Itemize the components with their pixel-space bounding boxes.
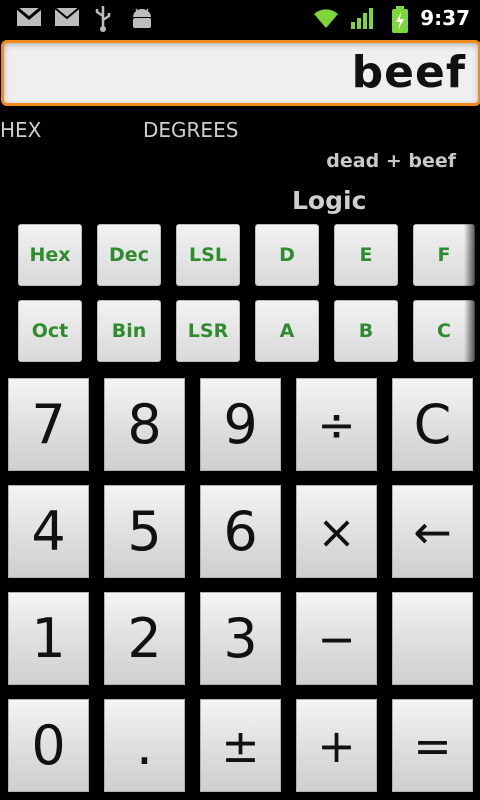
digit-4-button[interactable]: 4 — [8, 485, 89, 578]
lsl-button[interactable]: LSL — [176, 224, 240, 286]
signal-icon — [350, 6, 376, 34]
battery-charging-icon — [390, 6, 410, 38]
status-bar: 9:37 — [0, 0, 480, 38]
equals-button[interactable]: = — [392, 699, 473, 792]
clock: 9:37 — [420, 6, 470, 30]
panel-scroll-fade — [464, 220, 480, 365]
android-debug-icon — [130, 6, 154, 34]
hex-b-button[interactable]: B — [334, 300, 398, 362]
plus-minus-button[interactable]: ± — [200, 699, 281, 792]
add-button[interactable]: + — [296, 699, 377, 792]
expression-history: dead + beef — [326, 150, 456, 172]
digit-9-button[interactable]: 9 — [200, 378, 281, 471]
hex-d-button[interactable]: D — [255, 224, 319, 286]
base-mode-label: HEX — [0, 118, 42, 142]
digit-3-button[interactable]: 3 — [200, 592, 281, 685]
display-value: beef — [351, 47, 466, 98]
lsr-button[interactable]: LSR — [176, 300, 240, 362]
digit-8-button[interactable]: 8 — [104, 378, 185, 471]
decimal-point-button[interactable]: . — [104, 699, 185, 792]
usb-icon — [94, 6, 112, 36]
multiply-button[interactable]: × — [296, 485, 377, 578]
email-icon — [54, 6, 80, 32]
gmail-icon — [16, 6, 42, 32]
oct-button[interactable]: Oct — [18, 300, 82, 362]
wifi-icon — [312, 6, 340, 34]
digit-6-button[interactable]: 6 — [200, 485, 281, 578]
calculator-display[interactable]: beef — [1, 40, 480, 106]
hex-button[interactable]: Hex — [18, 224, 82, 286]
hex-e-button[interactable]: E — [334, 224, 398, 286]
backspace-button[interactable]: ← — [392, 485, 473, 578]
clear-button[interactable]: C — [392, 378, 473, 471]
hex-a-button[interactable]: A — [255, 300, 319, 362]
digit-0-button[interactable]: 0 — [8, 699, 89, 792]
digit-7-button[interactable]: 7 — [8, 378, 89, 471]
digit-1-button[interactable]: 1 — [8, 592, 89, 685]
subtract-button[interactable]: − — [296, 592, 377, 685]
panel-title: Logic — [292, 186, 367, 215]
digit-5-button[interactable]: 5 — [104, 485, 185, 578]
divide-button[interactable]: ÷ — [296, 378, 377, 471]
angle-mode-label: DEGREES — [143, 118, 239, 142]
bin-button[interactable]: Bin — [97, 300, 161, 362]
digit-2-button[interactable]: 2 — [104, 592, 185, 685]
blank-key[interactable] — [392, 592, 473, 685]
dec-button[interactable]: Dec — [97, 224, 161, 286]
